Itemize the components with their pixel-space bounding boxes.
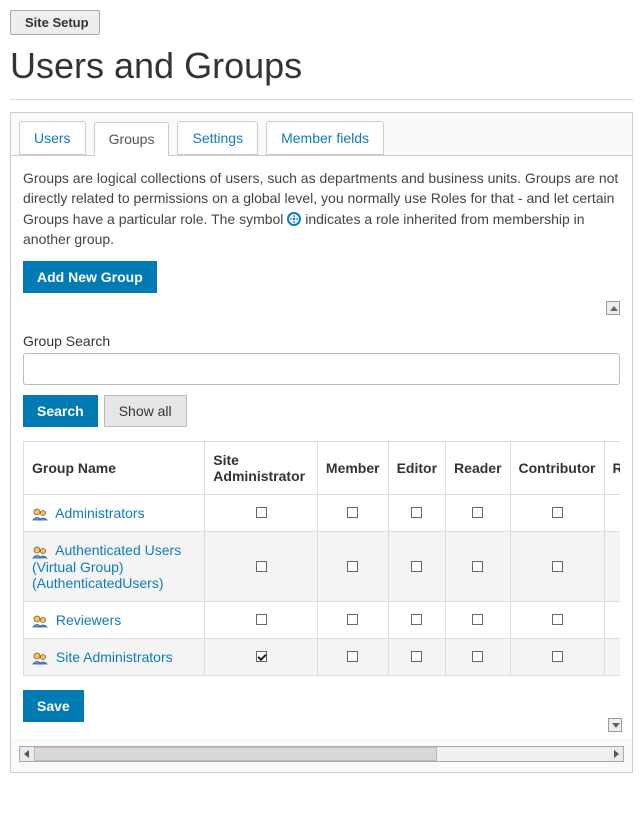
horizontal-scrollbar[interactable] bbox=[19, 746, 624, 762]
page-title: Users and Groups bbox=[10, 45, 633, 87]
role-checkbox-member[interactable] bbox=[347, 651, 358, 662]
role-checkbox-member[interactable] bbox=[347, 561, 358, 572]
role-checkbox-contributor[interactable] bbox=[552, 507, 563, 518]
site-setup-back-label: Site Setup bbox=[25, 15, 89, 30]
inherited-role-icon bbox=[287, 212, 301, 226]
tab-bar: Users Groups Settings Member fields bbox=[11, 113, 632, 155]
role-checkbox-site_admin[interactable] bbox=[256, 614, 267, 625]
table-row: Reviewers bbox=[24, 601, 621, 638]
role-checkbox-reader[interactable] bbox=[472, 614, 483, 625]
role-checkbox-editor[interactable] bbox=[411, 651, 422, 662]
group-icon bbox=[32, 545, 48, 559]
role-checkbox-editor[interactable] bbox=[411, 561, 422, 572]
role-checkbox-member[interactable] bbox=[347, 507, 358, 518]
col-site-admin: Site Administrator bbox=[205, 442, 318, 495]
tab-groups[interactable]: Groups bbox=[94, 122, 170, 156]
tab-member-fields[interactable]: Member fields bbox=[266, 121, 384, 155]
save-button[interactable]: Save bbox=[23, 690, 84, 722]
divider bbox=[10, 99, 633, 100]
col-reviewer: Reviewer bbox=[604, 442, 620, 495]
table-row: Site Administrators bbox=[24, 639, 621, 676]
collapse-toggle-down[interactable] bbox=[608, 718, 622, 732]
scroll-right-arrow-icon[interactable] bbox=[609, 747, 623, 761]
scroll-thumb[interactable] bbox=[34, 747, 437, 761]
scroll-left-arrow-icon[interactable] bbox=[20, 747, 34, 761]
col-contributor: Contributor bbox=[510, 442, 604, 495]
table-header-row: Group Name Site Administrator Member Edi… bbox=[24, 442, 621, 495]
role-checkbox-reader[interactable] bbox=[472, 507, 483, 518]
col-group-name: Group Name bbox=[24, 442, 205, 495]
content-panel: Users Groups Settings Member fields Grou… bbox=[10, 112, 633, 773]
role-checkbox-contributor[interactable] bbox=[552, 651, 563, 662]
groups-table-scroll[interactable]: Group Name Site Administrator Member Edi… bbox=[23, 441, 620, 676]
role-checkbox-site_admin[interactable] bbox=[256, 561, 267, 572]
add-new-group-button[interactable]: Add New Group bbox=[23, 261, 157, 293]
role-checkbox-editor[interactable] bbox=[411, 507, 422, 518]
group-icon bbox=[32, 651, 48, 665]
group-search-input[interactable] bbox=[23, 353, 620, 385]
role-checkbox-site_admin[interactable] bbox=[256, 507, 267, 518]
horizontal-scroll-area bbox=[19, 738, 624, 762]
role-checkbox-site_admin[interactable] bbox=[256, 651, 267, 662]
scroll-track[interactable] bbox=[34, 747, 609, 761]
collapse-toggle-up[interactable] bbox=[606, 301, 620, 315]
group-link[interactable]: Site Administrators bbox=[56, 649, 173, 665]
role-checkbox-reader[interactable] bbox=[472, 561, 483, 572]
role-checkbox-reader[interactable] bbox=[472, 651, 483, 662]
col-reader: Reader bbox=[446, 442, 510, 495]
description: Groups are logical collections of users,… bbox=[23, 168, 620, 249]
show-all-button[interactable]: Show all bbox=[104, 395, 187, 427]
role-checkbox-contributor[interactable] bbox=[552, 561, 563, 572]
tab-settings[interactable]: Settings bbox=[177, 121, 258, 155]
group-icon bbox=[32, 507, 48, 521]
role-checkbox-member[interactable] bbox=[347, 614, 358, 625]
group-link[interactable]: Reviewers bbox=[56, 612, 121, 628]
groups-table: Group Name Site Administrator Member Edi… bbox=[23, 441, 620, 676]
site-setup-back-button[interactable]: Site Setup bbox=[10, 10, 100, 35]
col-editor: Editor bbox=[388, 442, 445, 495]
tab-users[interactable]: Users bbox=[19, 121, 86, 155]
group-link[interactable]: Administrators bbox=[55, 505, 144, 521]
group-search-label: Group Search bbox=[23, 333, 620, 349]
table-row: Authenticated Users (Virtual Group) (Aut… bbox=[24, 532, 621, 601]
role-checkbox-contributor[interactable] bbox=[552, 614, 563, 625]
table-row: Administrators bbox=[24, 495, 621, 532]
group-link[interactable]: Authenticated Users (Virtual Group) (Aut… bbox=[32, 542, 181, 590]
col-member: Member bbox=[317, 442, 388, 495]
search-button[interactable]: Search bbox=[23, 395, 98, 427]
tab-body: Groups are logical collections of users,… bbox=[11, 155, 632, 738]
role-checkbox-editor[interactable] bbox=[411, 614, 422, 625]
group-icon bbox=[32, 614, 48, 628]
